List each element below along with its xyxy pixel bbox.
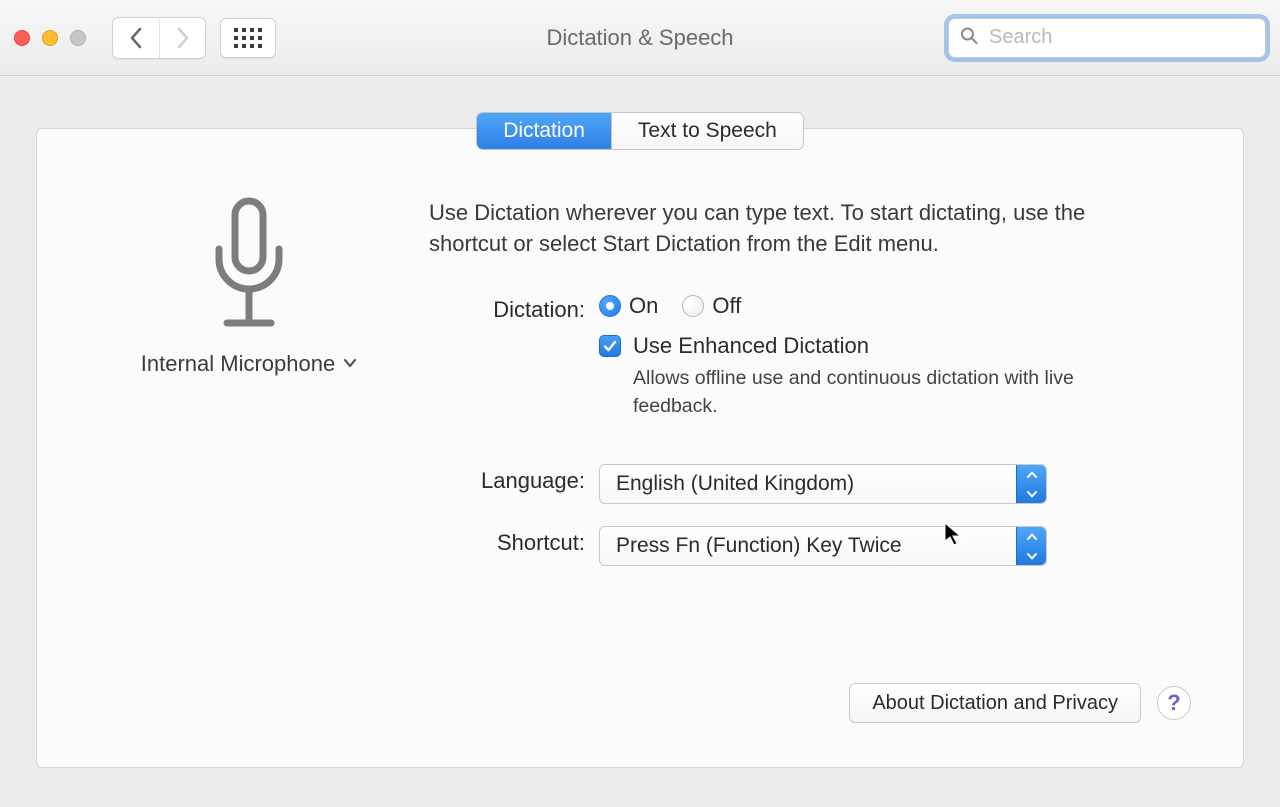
segmented-control: Dictation Text to Speech <box>476 112 804 150</box>
settings-column: Use Dictation wherever you can type text… <box>429 197 1191 580</box>
popup-arrows-icon <box>1016 527 1046 565</box>
shortcut-popup[interactable]: Press Fn (Function) Key Twice <box>599 526 1047 566</box>
forward-button <box>159 18 205 58</box>
popup-arrows-icon <box>1016 465 1046 503</box>
traffic-lights <box>14 30 86 46</box>
radio-on-icon <box>599 295 621 317</box>
microphone-label: Internal Microphone <box>141 351 335 377</box>
footer-row: About Dictation and Privacy ? <box>849 683 1191 723</box>
language-popup[interactable]: English (United Kingdom) <box>599 464 1047 504</box>
zoom-button <box>70 30 86 46</box>
dictation-on-radio[interactable]: On <box>599 293 658 319</box>
search-icon <box>960 26 978 49</box>
titlebar: Dictation & Speech <box>0 0 1280 76</box>
search-wrap <box>948 18 1266 58</box>
enhanced-dictation-checkbox[interactable]: Use Enhanced Dictation <box>599 333 1191 359</box>
panel: Internal Microphone Use Dictation wherev… <box>36 128 1244 768</box>
nav-buttons <box>112 17 206 59</box>
radio-on-label: On <box>629 293 658 319</box>
checkbox-checked-icon <box>599 335 621 357</box>
content: Dictation Text to Speech Internal Microp… <box>0 76 1280 807</box>
help-button[interactable]: ? <box>1157 686 1191 720</box>
enhanced-dictation-help: Allows offline use and continuous dictat… <box>633 365 1093 420</box>
chevron-right-icon <box>176 27 190 49</box>
dictation-row-label: Dictation: <box>429 293 599 323</box>
language-row-label: Language: <box>429 464 599 494</box>
radio-off-icon <box>682 295 704 317</box>
show-all-button[interactable] <box>220 18 276 58</box>
enhanced-dictation-label: Use Enhanced Dictation <box>633 333 869 359</box>
tab-control: Dictation Text to Speech <box>36 112 1244 150</box>
about-privacy-button[interactable]: About Dictation and Privacy <box>849 683 1141 723</box>
intro-text: Use Dictation wherever you can type text… <box>429 197 1149 259</box>
language-value: English (United Kingdom) <box>616 472 854 496</box>
chevron-down-icon <box>343 355 357 373</box>
tab-dictation[interactable]: Dictation <box>477 113 611 149</box>
microphone-icon <box>205 197 293 337</box>
microphone-select[interactable]: Internal Microphone <box>141 351 357 377</box>
minimize-button[interactable] <box>42 30 58 46</box>
chevron-left-icon <box>129 27 143 49</box>
shortcut-value: Press Fn (Function) Key Twice <box>616 534 902 558</box>
close-button[interactable] <box>14 30 30 46</box>
microphone-column: Internal Microphone <box>89 197 409 580</box>
dictation-off-radio[interactable]: Off <box>682 293 741 319</box>
radio-off-label: Off <box>712 293 741 319</box>
back-button[interactable] <box>113 18 159 58</box>
search-input[interactable] <box>948 18 1266 58</box>
tab-text-to-speech[interactable]: Text to Speech <box>611 113 803 149</box>
shortcut-row-label: Shortcut: <box>429 526 599 556</box>
